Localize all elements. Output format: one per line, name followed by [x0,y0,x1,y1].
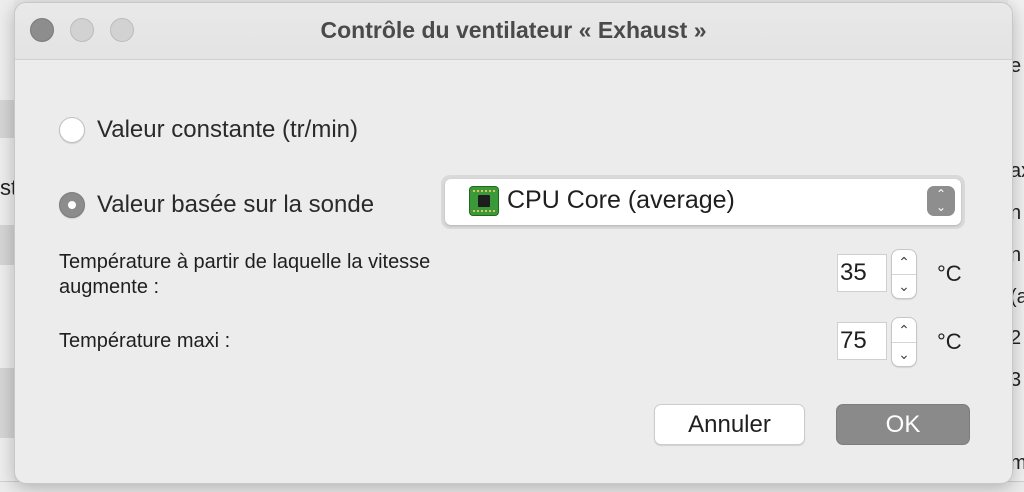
cpu-chip-icon [469,186,499,216]
chevron-down-icon[interactable]: ⌄ [892,342,916,366]
chevron-up-icon[interactable]: ⌃ [892,318,916,343]
sensor-select-value: CPU Core (average) [507,186,735,214]
sensor-value-radio[interactable] [59,192,85,218]
constant-value-radio[interactable] [59,117,85,143]
constant-value-label: Valeur constante (tr/min) [97,116,358,143]
chevron-up-icon[interactable]: ⌃ [892,250,916,275]
dialog-title: Contrôle du ventilateur « Exhaust » [320,17,707,43]
sensor-select[interactable]: CPU Core (average) ⌃ ⌄ [441,175,965,229]
popup-chevrons-icon[interactable]: ⌃ ⌄ [927,186,955,216]
max-temperature-label: Température maxi : [59,330,231,352]
start-temperature-unit: °C [937,261,962,286]
chevron-down-icon[interactable]: ⌄ [892,274,916,298]
background-window-left [0,0,14,492]
start-temperature-stepper[interactable]: ⌃ ⌄ [891,249,917,299]
max-temperature-stepper[interactable]: ⌃ ⌄ [891,317,917,367]
sensor-value-option[interactable]: Valeur basée sur la sonde [59,191,374,219]
sensor-value-label: Valeur basée sur la sonde [97,191,375,218]
background-band [0,100,14,138]
ok-button[interactable]: OK [836,404,970,445]
fan-control-dialog: Contrôle du ventilateur « Exhaust » Vale… [14,2,1013,484]
constant-value-option[interactable]: Valeur constante (tr/min) [59,116,358,144]
background-band [0,225,14,265]
max-temperature-unit: °C [937,329,962,354]
start-temperature-input[interactable]: 35 [837,254,887,292]
title-bar: Contrôle du ventilateur « Exhaust » [15,3,1012,60]
background-band [0,368,14,438]
max-temperature-input[interactable]: 75 [837,322,887,360]
cancel-button[interactable]: Annuler [654,404,805,445]
start-temperature-label: Température à partir de laquelle la vite… [59,251,431,298]
